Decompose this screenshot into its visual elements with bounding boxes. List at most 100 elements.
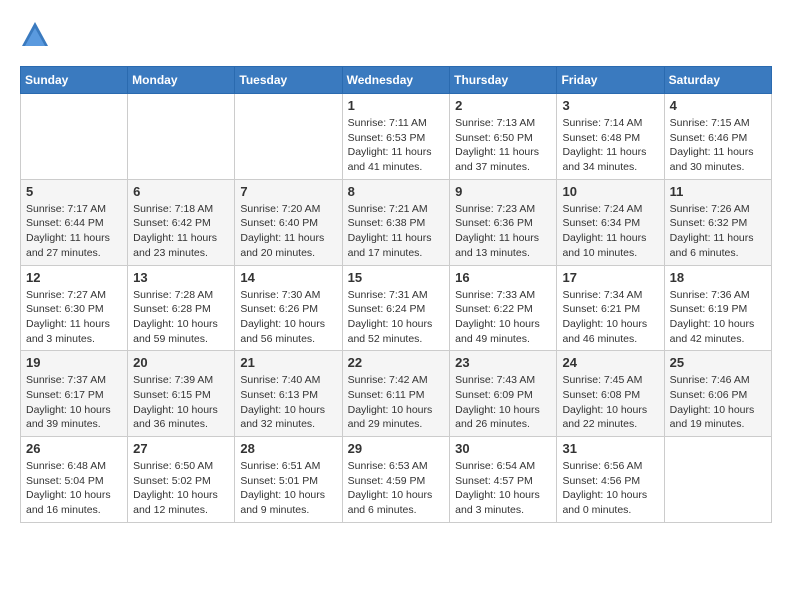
day-info: Sunrise: 7:31 AMSunset: 6:24 PMDaylight:… [348, 288, 445, 347]
day-info: Sunrise: 6:48 AMSunset: 5:04 PMDaylight:… [26, 459, 122, 518]
day-info: Sunrise: 7:14 AMSunset: 6:48 PMDaylight:… [562, 116, 658, 175]
calendar-cell: 26 Sunrise: 6:48 AMSunset: 5:04 PMDayligh… [21, 437, 128, 523]
weekday-header-sunday: Sunday [21, 67, 128, 94]
calendar-cell: 30 Sunrise: 6:54 AMSunset: 4:57 PMDayligh… [450, 437, 557, 523]
calendar-cell: 21 Sunrise: 7:40 AMSunset: 6:13 PMDayligh… [235, 351, 342, 437]
day-number: 28 [240, 441, 336, 456]
calendar-cell: 7 Sunrise: 7:20 AMSunset: 6:40 PMDaylight… [235, 179, 342, 265]
week-row-5: 26 Sunrise: 6:48 AMSunset: 5:04 PMDayligh… [21, 437, 772, 523]
week-row-4: 19 Sunrise: 7:37 AMSunset: 6:17 PMDayligh… [21, 351, 772, 437]
calendar-cell: 19 Sunrise: 7:37 AMSunset: 6:17 PMDayligh… [21, 351, 128, 437]
day-info: Sunrise: 7:39 AMSunset: 6:15 PMDaylight:… [133, 373, 229, 432]
day-info: Sunrise: 7:28 AMSunset: 6:28 PMDaylight:… [133, 288, 229, 347]
weekday-header-thursday: Thursday [450, 67, 557, 94]
day-number: 23 [455, 355, 551, 370]
calendar-cell [21, 94, 128, 180]
calendar-cell: 12Sunrise: 7:27 AMSunset: 6:30 PMDayligh… [21, 265, 128, 351]
calendar-cell: 31 Sunrise: 6:56 AMSunset: 4:56 PMDayligh… [557, 437, 664, 523]
day-info: Sunrise: 7:13 AMSunset: 6:50 PMDaylight:… [455, 116, 551, 175]
day-number: 10 [562, 184, 658, 199]
calendar-cell: 15 Sunrise: 7:31 AMSunset: 6:24 PMDayligh… [342, 265, 450, 351]
day-number: 20 [133, 355, 229, 370]
day-info: Sunrise: 7:46 AMSunset: 6:06 PMDaylight:… [670, 373, 766, 432]
calendar-cell: 5Sunrise: 7:17 AMSunset: 6:44 PMDaylight… [21, 179, 128, 265]
day-number: 22 [348, 355, 445, 370]
calendar-cell: 29Sunrise: 6:53 AMSunset: 4:59 PMDayligh… [342, 437, 450, 523]
day-info: Sunrise: 7:42 AMSunset: 6:11 PMDaylight:… [348, 373, 445, 432]
week-row-1: 1 Sunrise: 7:11 AMSunset: 6:53 PMDaylight… [21, 94, 772, 180]
day-number: 18 [670, 270, 766, 285]
calendar-cell: 17 Sunrise: 7:34 AMSunset: 6:21 PMDayligh… [557, 265, 664, 351]
day-number: 21 [240, 355, 336, 370]
calendar-cell [235, 94, 342, 180]
day-number: 25 [670, 355, 766, 370]
calendar-cell: 13 Sunrise: 7:28 AMSunset: 6:28 PMDayligh… [128, 265, 235, 351]
day-number: 31 [562, 441, 658, 456]
day-info: Sunrise: 6:56 AMSunset: 4:56 PMDaylight:… [562, 459, 658, 518]
day-info: Sunrise: 7:11 AMSunset: 6:53 PMDaylight:… [348, 116, 445, 175]
day-number: 2 [455, 98, 551, 113]
weekday-header-row: SundayMondayTuesdayWednesdayThursdayFrid… [21, 67, 772, 94]
day-info: Sunrise: 7:26 AMSunset: 6:32 PMDaylight:… [670, 202, 766, 261]
calendar-cell: 14Sunrise: 7:30 AMSunset: 6:26 PMDayligh… [235, 265, 342, 351]
logo-icon [20, 20, 50, 50]
day-number: 19 [26, 355, 122, 370]
calendar-cell: 22 Sunrise: 7:42 AMSunset: 6:11 PMDayligh… [342, 351, 450, 437]
day-number: 3 [562, 98, 658, 113]
day-info: Sunrise: 7:36 AMSunset: 6:19 PMDaylight:… [670, 288, 766, 347]
calendar-cell: 27 Sunrise: 6:50 AMSunset: 5:02 PMDayligh… [128, 437, 235, 523]
day-info: Sunrise: 7:20 AMSunset: 6:40 PMDaylight:… [240, 202, 336, 261]
calendar-header: SundayMondayTuesdayWednesdayThursdayFrid… [21, 67, 772, 94]
calendar-cell: 28Sunrise: 6:51 AMSunset: 5:01 PMDayligh… [235, 437, 342, 523]
calendar-cell: 25 Sunrise: 7:46 AMSunset: 6:06 PMDayligh… [664, 351, 771, 437]
day-number: 9 [455, 184, 551, 199]
day-number: 17 [562, 270, 658, 285]
day-info: Sunrise: 7:40 AMSunset: 6:13 PMDaylight:… [240, 373, 336, 432]
day-number: 15 [348, 270, 445, 285]
calendar-cell: 10 Sunrise: 7:24 AMSunset: 6:34 PMDayligh… [557, 179, 664, 265]
day-number: 11 [670, 184, 766, 199]
calendar-cell: 11 Sunrise: 7:26 AMSunset: 6:32 PMDayligh… [664, 179, 771, 265]
weekday-header-tuesday: Tuesday [235, 67, 342, 94]
logo [20, 20, 54, 50]
calendar-cell: 1 Sunrise: 7:11 AMSunset: 6:53 PMDaylight… [342, 94, 450, 180]
day-info: Sunrise: 6:54 AMSunset: 4:57 PMDaylight:… [455, 459, 551, 518]
calendar-cell: 16Sunrise: 7:33 AMSunset: 6:22 PMDayligh… [450, 265, 557, 351]
day-number: 4 [670, 98, 766, 113]
calendar-table: SundayMondayTuesdayWednesdayThursdayFrid… [20, 66, 772, 523]
day-info: Sunrise: 7:24 AMSunset: 6:34 PMDaylight:… [562, 202, 658, 261]
day-info: Sunrise: 7:15 AMSunset: 6:46 PMDaylight:… [670, 116, 766, 175]
calendar-cell: 23 Sunrise: 7:43 AMSunset: 6:09 PMDayligh… [450, 351, 557, 437]
day-number: 26 [26, 441, 122, 456]
calendar-body: 1 Sunrise: 7:11 AMSunset: 6:53 PMDaylight… [21, 94, 772, 523]
day-number: 13 [133, 270, 229, 285]
day-info: Sunrise: 7:27 AMSunset: 6:30 PMDaylight:… [26, 288, 122, 347]
calendar-cell: 8Sunrise: 7:21 AMSunset: 6:38 PMDaylight… [342, 179, 450, 265]
day-info: Sunrise: 7:34 AMSunset: 6:21 PMDaylight:… [562, 288, 658, 347]
day-number: 1 [348, 98, 445, 113]
calendar-cell: 2 Sunrise: 7:13 AMSunset: 6:50 PMDaylight… [450, 94, 557, 180]
day-info: Sunrise: 7:37 AMSunset: 6:17 PMDaylight:… [26, 373, 122, 432]
day-info: Sunrise: 6:50 AMSunset: 5:02 PMDaylight:… [133, 459, 229, 518]
week-row-3: 12Sunrise: 7:27 AMSunset: 6:30 PMDayligh… [21, 265, 772, 351]
day-number: 27 [133, 441, 229, 456]
day-info: Sunrise: 7:43 AMSunset: 6:09 PMDaylight:… [455, 373, 551, 432]
calendar-cell [664, 437, 771, 523]
day-info: Sunrise: 6:53 AMSunset: 4:59 PMDaylight:… [348, 459, 445, 518]
calendar-cell: 9 Sunrise: 7:23 AMSunset: 6:36 PMDaylight… [450, 179, 557, 265]
day-number: 14 [240, 270, 336, 285]
day-number: 7 [240, 184, 336, 199]
day-info: Sunrise: 7:45 AMSunset: 6:08 PMDaylight:… [562, 373, 658, 432]
calendar-cell: 4 Sunrise: 7:15 AMSunset: 6:46 PMDaylight… [664, 94, 771, 180]
weekday-header-monday: Monday [128, 67, 235, 94]
day-info: Sunrise: 7:23 AMSunset: 6:36 PMDaylight:… [455, 202, 551, 261]
calendar-cell: 20 Sunrise: 7:39 AMSunset: 6:15 PMDayligh… [128, 351, 235, 437]
day-number: 30 [455, 441, 551, 456]
day-info: Sunrise: 7:33 AMSunset: 6:22 PMDaylight:… [455, 288, 551, 347]
calendar-cell: 3 Sunrise: 7:14 AMSunset: 6:48 PMDaylight… [557, 94, 664, 180]
day-number: 24 [562, 355, 658, 370]
calendar-cell: 6Sunrise: 7:18 AMSunset: 6:42 PMDaylight… [128, 179, 235, 265]
day-number: 6 [133, 184, 229, 199]
week-row-2: 5Sunrise: 7:17 AMSunset: 6:44 PMDaylight… [21, 179, 772, 265]
calendar-cell: 18 Sunrise: 7:36 AMSunset: 6:19 PMDayligh… [664, 265, 771, 351]
